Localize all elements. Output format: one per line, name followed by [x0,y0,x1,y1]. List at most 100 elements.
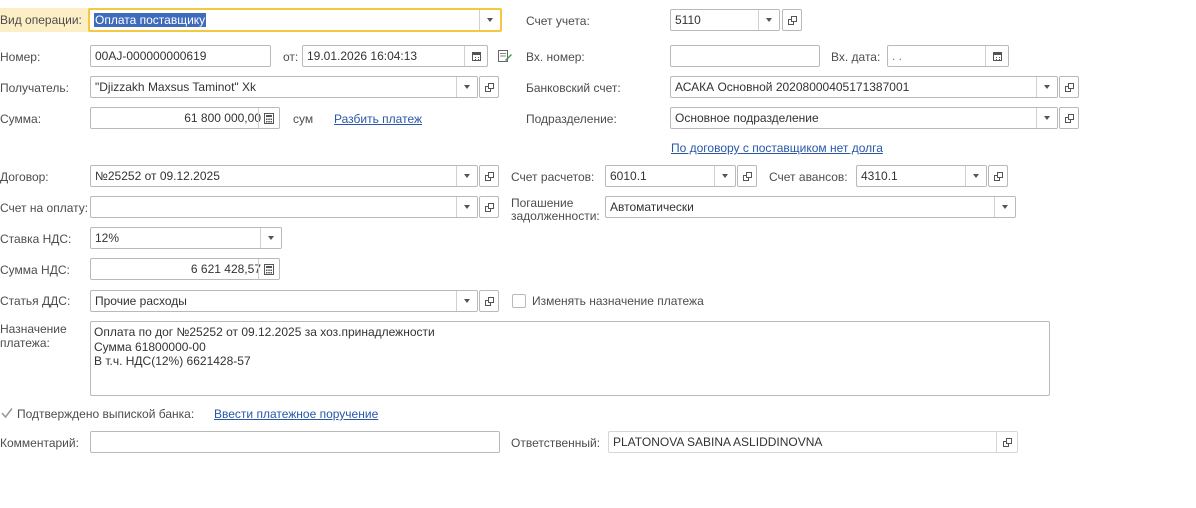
recipient-field[interactable]: "Djizzakh Maxsus Taminot" Xk [90,76,478,98]
invoice-dropdown-button[interactable] [456,197,477,217]
op-type-value: Оплата поставщику [94,13,207,27]
recipient-dropdown-button[interactable] [456,77,477,97]
comment-label: Комментарий: [0,436,79,450]
division-open-button[interactable] [1059,107,1079,129]
in-date-label: Вх. дата: [831,50,881,64]
open-icon [742,171,752,181]
cashflow-field[interactable]: Прочие расходы [90,290,478,312]
sum-value: 61 800 000,00 [184,111,261,125]
chevron-down-icon [1044,85,1050,89]
vat-sum-field[interactable]: 6 621 428,57 [90,258,280,280]
invoice-field[interactable] [90,196,478,218]
purpose-line: В т.ч. НДС(12%) 6621428-57 [94,354,251,368]
chevron-down-icon [464,174,470,178]
recipient-open-button[interactable] [479,76,499,98]
bank-account-open-button[interactable] [1059,76,1079,98]
purpose-label: Назначение платежа: [0,322,67,350]
settle-account-dropdown-button[interactable] [714,166,735,186]
calendar-icon [471,51,481,61]
sum-calculator-button[interactable] [258,108,279,128]
invoice-label: Счет на оплату: [0,201,89,215]
account-dropdown-button[interactable] [758,10,779,30]
responsible-value: PLATONOVA SABINA ASLIDDINOVNA [613,435,823,449]
contract-field[interactable]: №25252 от 09.12.2025 [90,165,478,187]
number-label: Номер: [0,50,41,64]
change-purpose-label[interactable]: Изменять назначение платежа [532,294,704,308]
change-purpose-checkbox[interactable] [512,294,526,308]
calculator-icon [264,263,274,275]
purpose-label-line-1: Назначение [0,322,67,336]
purpose-line: Оплата по дог №25252 от 09.12.2025 за хо… [94,325,435,339]
purpose-line: Сумма 61800000-00 [94,339,206,354]
recipient-value: "Djizzakh Maxsus Taminot" Xk [95,80,257,94]
open-icon [484,82,494,92]
edit-document-icon[interactable] [497,48,513,64]
bank-account-dropdown-button[interactable] [1036,77,1057,97]
account-open-button[interactable] [782,9,802,31]
division-dropdown-button[interactable] [1036,108,1057,128]
contract-dropdown-button[interactable] [456,166,477,186]
open-icon [1064,113,1074,123]
responsible-label: Ответственный: [511,436,601,450]
invoice-open-button[interactable] [479,196,499,218]
chevron-down-icon [722,174,728,178]
number-field[interactable]: 00AJ-000000000619 [90,45,271,67]
from-label: от: [283,50,299,64]
op-type-label: Вид операции: [0,8,90,32]
contract-open-button[interactable] [479,165,499,187]
cashflow-dropdown-button[interactable] [456,291,477,311]
calculator-icon [264,112,274,124]
account-field[interactable]: 5110 [670,9,780,31]
vat-rate-field[interactable]: 12% [90,227,282,249]
date-field[interactable]: 19.01.2026 16:04:13 [302,45,488,67]
date-value: 19.01.2026 16:04:13 [307,49,418,63]
comment-field[interactable] [90,431,500,453]
advance-account-dropdown-button[interactable] [965,166,986,186]
vat-rate-dropdown-button[interactable] [260,228,281,248]
vat-sum-calculator-button[interactable] [258,259,279,279]
purpose-textarea[interactable]: Оплата по дог №25252 от 09.12.2025 за хо… [90,321,1050,396]
confirmed-label: Подтверждено выпиской банка: [17,407,195,421]
cashflow-open-button[interactable] [479,290,499,312]
open-icon [484,171,494,181]
division-field[interactable]: Основное подразделение [670,107,1058,129]
responsible-open-button[interactable] [996,432,1017,452]
bank-account-field[interactable]: АСАКА Основной 20208000405171387001 [670,76,1058,98]
responsible-field[interactable]: PLATONOVA SABINA ASLIDDINOVNA [608,431,1018,453]
date-calendar-button[interactable] [464,46,487,66]
op-type-dropdown-button[interactable] [479,10,500,30]
chevron-down-icon [1044,116,1050,120]
chevron-down-icon [268,236,274,240]
cashflow-label: Статья ДДС: [0,294,71,308]
debt-status-link[interactable]: По договору с поставщиком нет долга [671,141,883,155]
vat-rate-value: 12% [95,231,120,245]
repay-dropdown-button[interactable] [994,197,1015,217]
vat-sum-value: 6 621 428,57 [190,262,261,276]
in-date-calendar-button[interactable] [985,46,1008,66]
split-payment-link[interactable]: Разбить платеж [334,112,422,126]
calendar-icon [992,51,1002,61]
advance-account-field[interactable]: 4310.1 [856,165,987,187]
confirmed-checkbox[interactable] [0,406,14,420]
checkmark-icon [1,408,13,419]
division-value: Основное подразделение [675,111,819,125]
open-icon [484,296,494,306]
advance-account-open-button[interactable] [988,165,1008,187]
in-date-field[interactable]: . . [887,45,1009,67]
chevron-down-icon [464,299,470,303]
settle-account-open-button[interactable] [737,165,757,187]
sum-field[interactable]: 61 800 000,00 [90,107,280,129]
repay-label-line-2: задолженности: [511,209,600,223]
contract-value: №25252 от 09.12.2025 [95,169,220,183]
vat-rate-label: Ставка НДС: [0,232,72,246]
open-icon [1064,82,1074,92]
settle-account-field[interactable]: 6010.1 [605,165,736,187]
op-type-field[interactable]: Оплата поставщику [88,8,502,32]
chevron-down-icon [1002,205,1008,209]
settle-account-value: 6010.1 [610,169,647,183]
repay-field[interactable]: Автоматически [605,196,1016,218]
in-number-field[interactable] [670,45,820,67]
chevron-down-icon [487,18,493,22]
division-label: Подразделение: [526,112,617,126]
enter-payment-order-link[interactable]: Ввести платежное поручение [214,407,378,421]
